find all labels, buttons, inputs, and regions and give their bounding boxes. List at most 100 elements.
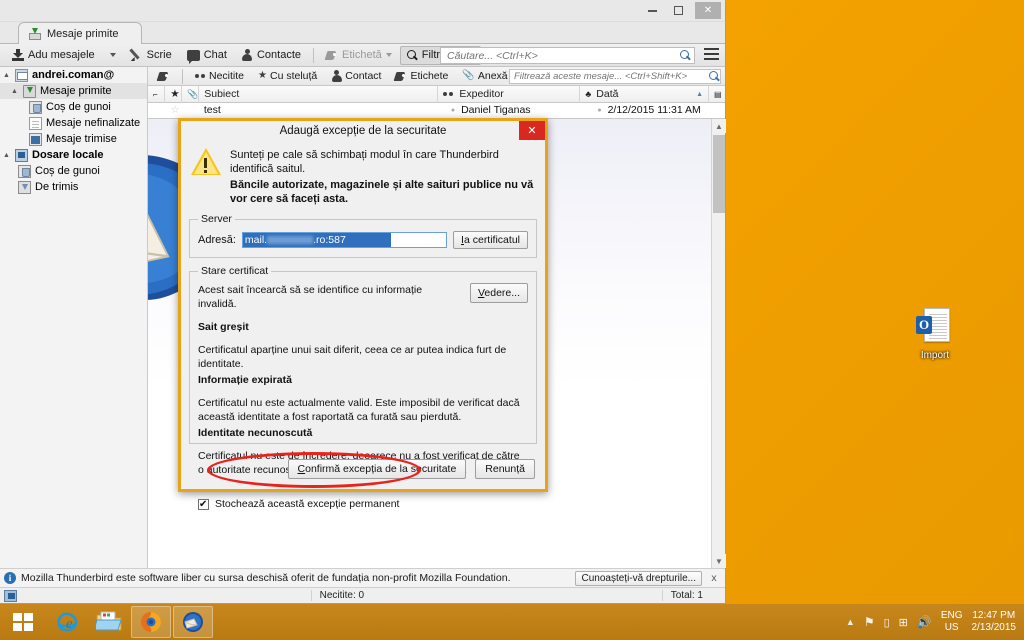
address-input[interactable]: mail. .ro:587 [241,232,448,248]
scroll-down-icon[interactable]: ▼ [712,554,726,568]
row-star-icon[interactable]: ☆ [165,103,182,118]
twisty-icon[interactable]: ▲ [2,152,11,159]
column-star[interactable]: ★ [165,85,183,103]
quick-filter-attachment[interactable]: 📎 Anexă [456,68,513,84]
app-menu-button[interactable] [704,48,719,63]
magnifier-icon [406,49,418,61]
local-folders-icon [15,148,28,162]
qf-separator [182,68,183,84]
confirm-button[interactable]: Confirmă excepția de la securitateConfir… [287,459,467,479]
column-attachment[interactable]: 📎 [182,85,200,103]
chevron-down-icon [109,53,116,57]
desktop-icon-import[interactable]: O Import [912,308,958,361]
row-sender: Daniel Tiganas [461,104,531,116]
clock[interactable]: 12:47 PM 2/13/2015 [972,610,1017,634]
warning-line-2: Băncile autorizate, magazinele și alte s… [230,179,534,205]
twisty-icon[interactable]: ▲ [2,72,11,79]
issue-body-2: Certificatul nu este actualmente valid. … [198,397,520,423]
quick-filter-tags[interactable]: Etichete [389,68,454,84]
permanent-exception-row[interactable]: Stochează această excepție permanent [198,497,528,511]
qf-label: Etichete [410,70,449,82]
table-row[interactable]: ☆ test ● Daniel Tiganas ● 2/12/2015 11:3… [148,103,725,118]
column-date[interactable]: ♣ Dată ▲ [580,85,709,103]
cert-legend: Stare certificat [201,265,269,277]
tab-mesaje-primite[interactable]: Mesaje primite [18,22,142,44]
permanent-exception-checkbox[interactable] [198,498,209,511]
quick-filter-bar: Necitite ★ Cu steluță Contact Etichete 📎… [148,67,725,86]
folder-label: Coș de gunoi [46,101,111,113]
taskbar-internet-explorer[interactable]: e [47,606,87,638]
scroll-up-icon[interactable]: ▲ [712,119,726,133]
get-messages-dropdown[interactable] [103,46,123,65]
minimize-button[interactable] [639,2,665,19]
trash-icon [18,164,31,178]
server-fieldset: Server Adresă: mail. .ro:587 IIa certific… [189,213,537,258]
quick-filter-pin-button[interactable] [152,68,176,84]
warning-line-1: Sunteți pe cale să schimbați modul în ca… [230,149,499,175]
global-search-container [440,47,695,64]
start-button[interactable] [0,604,46,640]
column-subject[interactable]: Subiect [199,85,439,103]
maximize-button[interactable] [665,2,691,19]
folder-item-account[interactable]: ▲ andrei.coman@ [0,67,147,83]
view-certificate-button[interactable]: Vedere... [469,283,528,303]
folder-label: De trimis [35,181,79,193]
tag-label: Etichetă [342,49,382,61]
unread-dots-icon [443,91,454,97]
taskbar-file-explorer[interactable] [89,606,129,638]
quick-filter-input[interactable] [509,69,721,84]
security-exception-dialog: Adaugă excepție de la securitate ✕ Sunte… [178,118,548,511]
quick-filter-starred[interactable]: ★ Cu steluță [252,68,323,84]
folder-item-drafts[interactable]: Mesaje nefinalizate [0,115,147,131]
chat-button[interactable]: Chat [180,46,234,65]
column-thread[interactable]: ⌐ [148,85,166,103]
junk-icon: ♣ [585,89,592,99]
sort-ascending-icon: ▲ [696,90,703,98]
resize-grip[interactable] [711,590,723,602]
close-button[interactable]: ✕ [695,2,721,19]
battery-icon[interactable]: ▯ [884,616,890,629]
flag-icon[interactable]: ⚑ [864,615,875,629]
folder-item-inbox[interactable]: ▲ Mesaje primite [0,83,147,99]
quick-filter-unread[interactable]: Necitite [189,68,250,84]
language-indicator[interactable]: ENG US [941,610,963,634]
folder-item-sent[interactable]: Mesaje trimise [0,131,147,147]
folder-item-trash[interactable]: Coș de gunoi [0,99,147,115]
folder-item-outbox[interactable]: De trimis [0,179,147,195]
quick-filter-contact[interactable]: Contact [325,68,387,84]
quick-filter-search-container [509,69,721,84]
folder-item-local-trash[interactable]: Coș de gunoi [0,163,147,179]
get-messages-button[interactable]: Adu mesajele [5,46,102,65]
column-picker-button[interactable]: ▤ [709,86,725,103]
chevron-up-icon[interactable]: ▲ [846,617,855,627]
dialog-titlebar: Adaugă excepție de la securitate ✕ [181,121,545,140]
get-certificate-button[interactable]: IIa certificatula certificatul [453,231,528,249]
taskbar-firefox[interactable] [131,606,171,638]
address-prefix: mail. [244,234,268,246]
toolbar-separator [313,47,314,63]
scrollbar-thumb[interactable] [713,135,725,213]
dialog-close-button[interactable]: ✕ [519,121,545,140]
twisty-icon[interactable]: ▲ [10,88,19,95]
folder-label: Mesaje trimise [46,133,117,145]
contacts-button[interactable]: Contacte [235,46,308,65]
taskbar-thunderbird[interactable] [173,606,213,638]
write-button[interactable]: Scrie [124,46,179,65]
cancel-button[interactable]: Renunță [475,459,535,479]
dialog-title: Adaugă excepție de la securitate [279,124,447,137]
paperclip-icon: 📎 [187,88,199,99]
column-sender[interactable]: Expeditor [438,85,581,103]
know-your-rights-button[interactable]: Cunoașteți-vă drepturile... [575,570,702,586]
message-scrollbar[interactable]: ▲ ▼ [711,119,726,568]
folder-label: Mesaje nefinalizate [46,117,141,129]
address-label: Adresă: [198,234,236,246]
close-icon[interactable]: x [707,572,721,584]
folder-item-local-folders[interactable]: ▲ Dosare locale [0,147,147,163]
global-search-input[interactable] [440,47,695,64]
volume-icon[interactable]: 🔊 [917,615,932,629]
file-explorer-icon [96,611,122,631]
network-icon[interactable]: ⊞ [899,616,908,629]
dialog-buttons: Confirmă excepția de la securitateConfir… [181,451,545,489]
connection-icon [4,589,17,602]
tag-button[interactable]: Etichetă [319,46,399,65]
